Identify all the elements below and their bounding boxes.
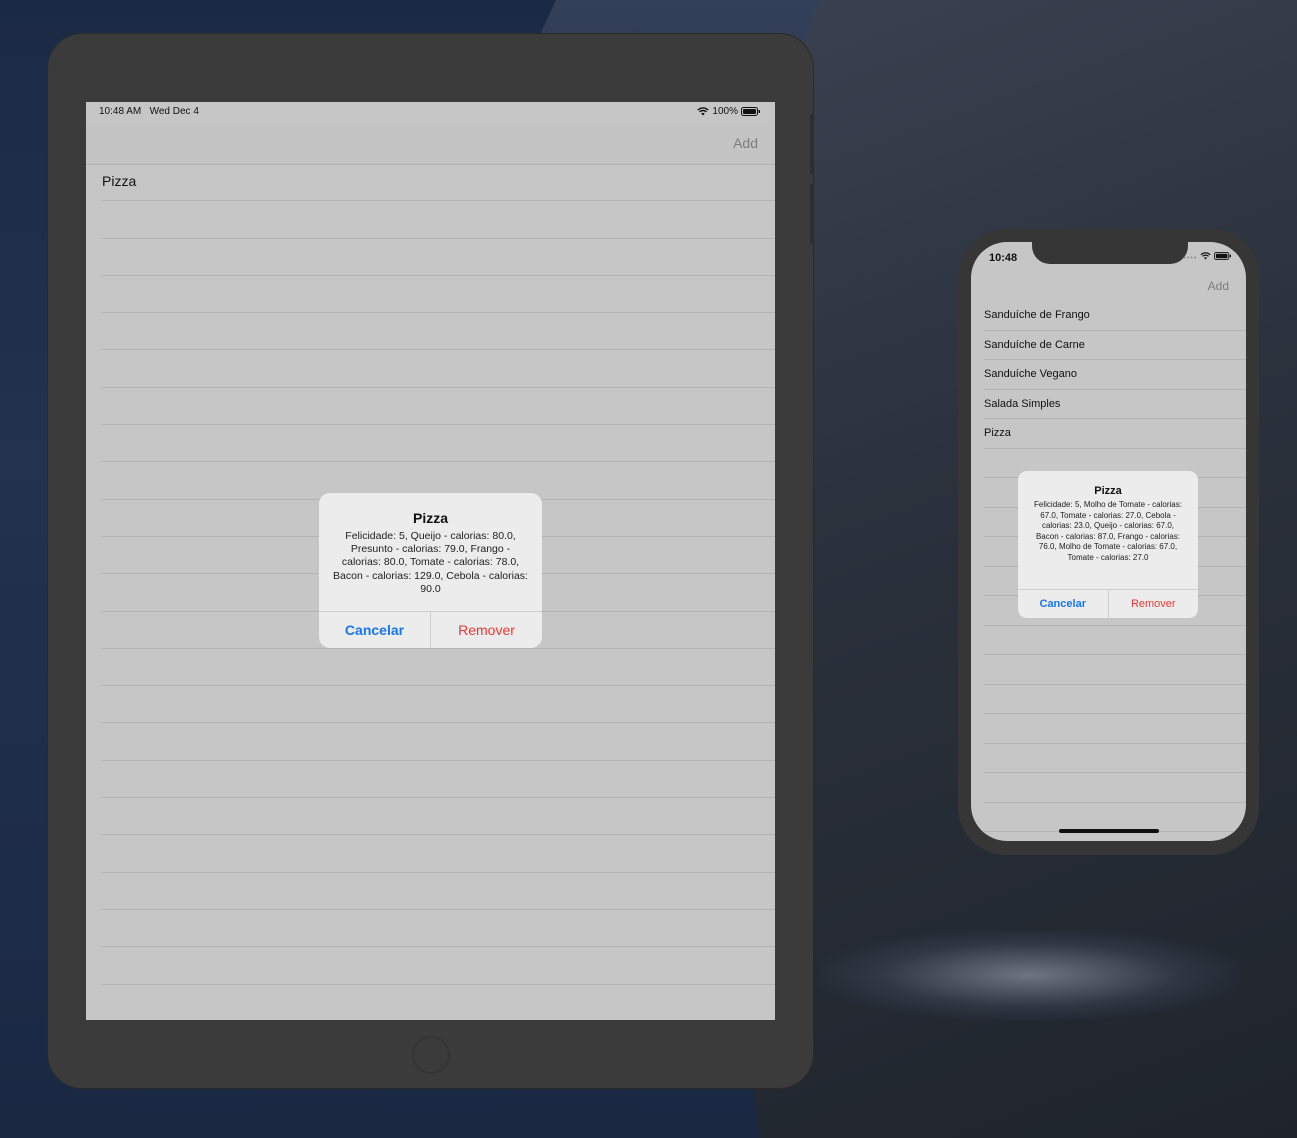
alert-message: Felicidade: 5, Molho de Tomate - caloria… [1034,500,1182,562]
table-row[interactable] [984,626,1246,655]
wifi-icon [697,107,710,116]
table-row[interactable] [102,388,775,426]
battery-icon [1214,252,1231,260]
status-time: 10:48 [989,252,1018,264]
wifi-icon [1200,252,1211,260]
alert-dialog: Pizza Felicidade: 5, Molho de Tomate - c… [1018,471,1198,618]
status-bar: 10:48 AM Wed Dec 4 100% [86,102,775,122]
remove-button[interactable]: Remover [430,612,542,648]
ipad-simulator: 10:48 AM Wed Dec 4 100% Add Pizza Pizza … [48,34,814,1088]
add-button[interactable]: Add [1208,279,1229,293]
cancel-button[interactable]: Cancelar [319,612,430,648]
table-row[interactable] [102,985,775,1020]
table-row[interactable] [102,835,775,873]
table-row[interactable]: Salada Simples [984,390,1246,419]
table-row[interactable] [102,239,775,276]
wallpaper-surf [820,930,1240,1020]
alert-actions: Cancelar Remover [319,611,542,648]
alert-dialog: Pizza Felicidade: 5, Queijo - calorias: … [319,493,542,648]
status-time: 10:48 AM [99,106,142,117]
navigation-bar: Add [86,122,775,165]
table-row[interactable] [102,723,775,761]
notch [1032,242,1188,264]
table-row[interactable] [984,773,1246,803]
table-row[interactable] [102,350,775,388]
row-label: Salada Simples [984,397,1061,410]
table-row[interactable]: Pizza [102,164,775,202]
table-row[interactable] [102,947,775,985]
add-button[interactable]: Add [733,135,758,151]
row-label: Sanduíche de Carne [984,338,1085,351]
row-label: Sanduíche de Frango [984,309,1090,321]
volume-button[interactable] [810,114,814,174]
battery-percent: 100% [712,106,738,117]
table-row[interactable] [984,744,1246,773]
volume-button[interactable] [810,184,814,244]
table-row[interactable]: Sanduíche Vegano [984,360,1246,390]
status-time-date: 10:48 AM Wed Dec 4 [99,106,199,117]
home-button[interactable] [412,1036,450,1074]
status-right [1183,252,1232,260]
table-row[interactable] [984,685,1246,714]
table-row[interactable] [102,201,775,239]
ipad-screen: 10:48 AM Wed Dec 4 100% Add Pizza Pizza … [86,102,775,1020]
table-row[interactable] [102,798,775,836]
alert-title: Pizza [1094,485,1122,497]
row-label: Pizza [102,173,137,189]
remove-button[interactable]: Remover [1107,590,1199,618]
alert-title: Pizza [412,510,448,526]
alert-message: Felicidade: 5, Queijo - calorias: 80.0, … [333,530,528,595]
row-label: Pizza [984,427,1011,439]
table-row[interactable] [102,873,775,910]
table-row[interactable] [984,803,1246,832]
table-row[interactable] [102,761,775,799]
table-row[interactable] [102,910,775,948]
cancel-button[interactable]: Cancelar [1018,590,1108,618]
table-row[interactable] [984,655,1246,685]
table-row[interactable]: Pizza [984,419,1246,449]
signal-icon [1183,256,1196,259]
battery-icon [741,107,760,116]
table-row[interactable]: Sanduíche de Carne [984,331,1246,360]
table-row[interactable] [102,276,775,314]
table-row[interactable]: Sanduíche de Frango [984,301,1246,331]
alert-actions: Cancelar Remover [1018,589,1198,618]
table-row[interactable] [102,649,775,687]
table-row[interactable] [102,686,775,724]
table-row[interactable] [102,425,775,463]
home-indicator[interactable] [1059,829,1159,833]
row-label: Sanduíche Vegano [984,368,1077,380]
iphone-simulator: 10:48 Add Sanduíche de Frango Sanduíche d… [958,229,1259,855]
iphone-screen: 10:48 Add Sanduíche de Frango Sanduíche d… [971,242,1246,841]
status-right: 100% [697,106,761,117]
status-date: Wed Dec 4 [149,106,199,117]
table-row[interactable] [984,714,1246,744]
table-row[interactable] [102,313,775,351]
